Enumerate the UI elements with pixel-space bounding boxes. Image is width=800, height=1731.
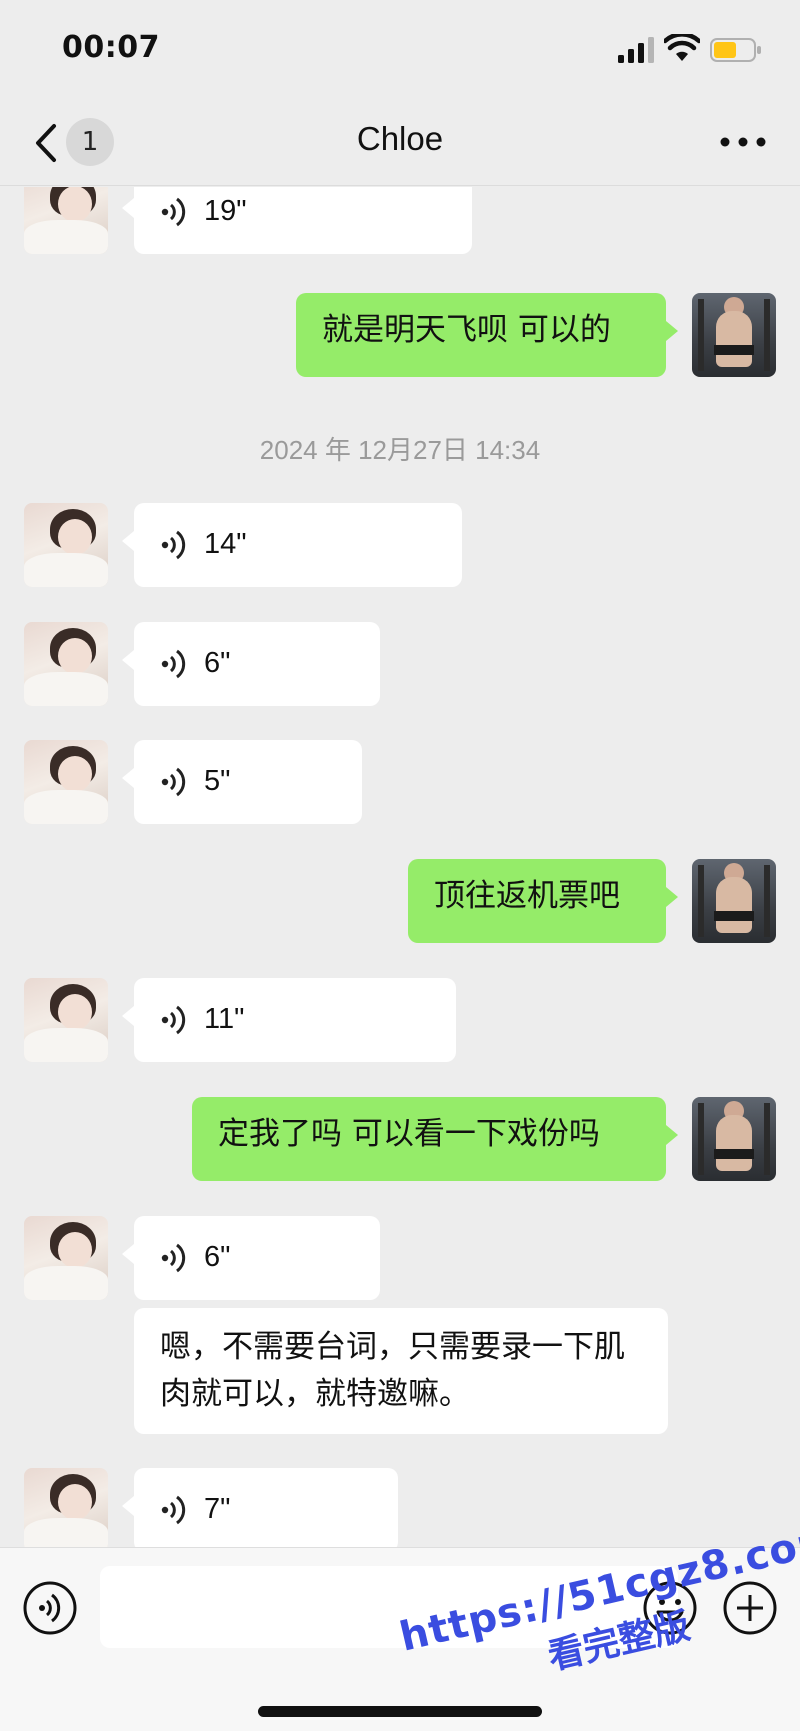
status-time: 00:07	[62, 30, 160, 65]
voice-message[interactable]: 6"	[122, 622, 380, 706]
text-message[interactable]: 定我了吗 可以看一下戏份吗	[192, 1097, 678, 1181]
message-row-incoming: 6"	[0, 1216, 800, 1300]
message-row-outgoing: 就是明天飞呗 可以的	[0, 293, 800, 377]
contact-avatar[interactable]	[24, 1216, 108, 1300]
message-row-incoming: 5"	[0, 740, 800, 824]
message-row-incoming: 14"	[0, 503, 800, 587]
message-input[interactable]	[100, 1566, 678, 1648]
message-timestamp: 2024 年 12月27日 14:34	[259, 435, 541, 465]
my-avatar[interactable]	[692, 1097, 776, 1181]
contact-avatar[interactable]	[24, 1468, 108, 1547]
voice-message[interactable]: 11"	[122, 978, 456, 1062]
voice-duration: 7"	[204, 1493, 231, 1525]
contact-avatar[interactable]	[24, 978, 108, 1062]
voice-wave-icon	[161, 1005, 186, 1035]
message-row-incoming: 19"	[0, 187, 800, 270]
voice-duration: 11"	[204, 1003, 245, 1035]
text-message[interactable]: 就是明天飞呗 可以的	[296, 293, 678, 377]
back-button[interactable]	[28, 118, 64, 168]
voice-wave-icon	[161, 767, 186, 797]
message-row-incoming: 6"	[0, 622, 800, 706]
voice-wave-icon	[161, 1243, 186, 1273]
battery-icon	[710, 38, 761, 62]
chat-header: 1 Chloe	[0, 100, 800, 186]
voice-duration: 5"	[204, 765, 231, 797]
contact-avatar[interactable]	[24, 622, 108, 706]
emoji-icon[interactable]	[642, 1580, 698, 1636]
message-text: 就是明天飞呗 可以的	[322, 312, 611, 348]
chat-title: Chloe	[356, 120, 444, 157]
input-bar	[0, 1547, 800, 1731]
cellular-signal-icon	[618, 37, 654, 63]
status-bar: 00:07	[0, 0, 800, 100]
voice-duration: 19"	[204, 195, 247, 227]
voice-duration: 6"	[204, 1241, 231, 1273]
text-message[interactable]: 顶往返机票吧	[408, 859, 678, 943]
contact-avatar[interactable]	[24, 187, 108, 254]
message-row-incoming: 7"	[0, 1468, 800, 1547]
voice-wave-icon	[161, 1495, 186, 1525]
voice-message[interactable]: 6"	[122, 1216, 380, 1300]
message-row-outgoing: 顶往返机票吧	[0, 859, 800, 943]
more-options-button[interactable]	[716, 122, 770, 162]
message-text: 嗯，不需要台词，只需要录一下肌肉就可以，就特邀嘛。	[160, 1329, 625, 1412]
my-avatar[interactable]	[692, 859, 776, 943]
voice-message[interactable]: 19"	[122, 187, 472, 254]
message-list[interactable]: 19" 就是明天飞呗 可以的 2024 年 12月27日 14:34 14" 6…	[0, 187, 800, 1547]
voice-wave-icon	[161, 649, 186, 679]
voice-message[interactable]: 5"	[122, 740, 362, 824]
voice-message[interactable]: 7"	[122, 1468, 398, 1547]
voice-wave-icon	[161, 197, 186, 227]
message-row-incoming: 11"	[0, 978, 800, 1062]
voice-input-icon[interactable]	[22, 1580, 78, 1636]
contact-avatar[interactable]	[24, 503, 108, 587]
message-text: 顶往返机票吧	[434, 878, 620, 914]
plus-icon[interactable]	[722, 1580, 778, 1636]
voice-duration: 6"	[204, 647, 231, 679]
contact-avatar[interactable]	[24, 740, 108, 824]
my-avatar[interactable]	[692, 293, 776, 377]
message-text: 定我了吗 可以看一下戏份吗	[218, 1116, 600, 1152]
wifi-icon	[664, 34, 700, 61]
voice-wave-icon	[161, 530, 186, 560]
unread-count-badge[interactable]: 1	[66, 118, 114, 166]
voice-duration: 14"	[204, 528, 247, 560]
home-indicator	[258, 1706, 542, 1717]
message-row-incoming: 嗯，不需要台词，只需要录一下肌肉就可以，就特邀嘛。	[0, 1308, 800, 1436]
message-row-outgoing: 定我了吗 可以看一下戏份吗	[0, 1097, 800, 1181]
text-message[interactable]: 嗯，不需要台词，只需要录一下肌肉就可以，就特邀嘛。	[134, 1308, 668, 1434]
voice-message[interactable]: 14"	[122, 503, 462, 587]
